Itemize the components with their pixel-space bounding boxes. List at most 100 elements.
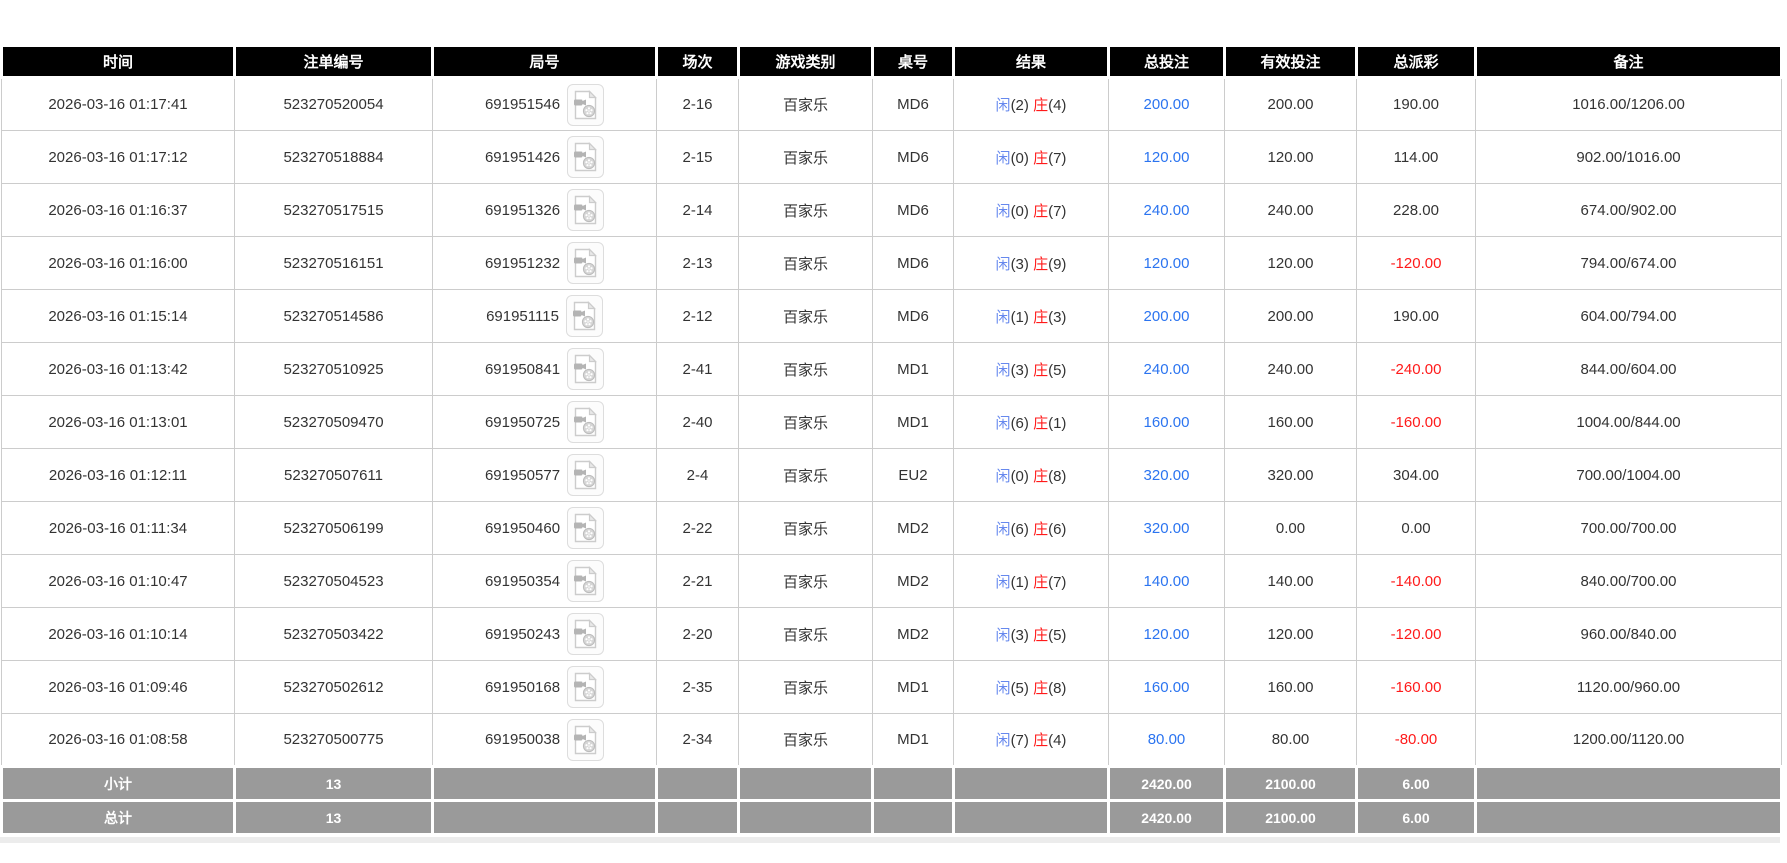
cell-table-no: MD1 (872, 395, 954, 449)
cell-game-type: 百家乐 (738, 501, 873, 555)
cell-time: 2026-03-16 01:10:14 (1, 607, 235, 661)
banker-result-label: 庄 (1033, 467, 1049, 485)
bet-history-table: 时间 注单编号 局号 场次 游戏类别 桌号 结果 总投注 有效投注 总派彩 备注… (0, 44, 1783, 836)
video-thumbnail-button[interactable] (567, 83, 605, 126)
grand-total-label: 总计 (0, 799, 236, 836)
cell-valid-bet: 240.00 (1224, 342, 1357, 396)
cell-total-bet[interactable]: 120.00 (1108, 236, 1225, 290)
cell-valid-bet: 200.00 (1224, 77, 1357, 131)
round-number: 691950168 (484, 678, 561, 696)
cell-game-type: 百家乐 (738, 713, 873, 767)
cell-total-bet[interactable]: 140.00 (1108, 554, 1225, 608)
cell-result: 闲(6) 庄(6) (953, 501, 1109, 555)
cell-remark: 1016.00/1206.00 (1475, 77, 1782, 131)
cell-total-bet[interactable]: 320.00 (1108, 501, 1225, 555)
video-thumbnail-button[interactable] (565, 295, 603, 337)
cell-result: 闲(5) 庄(8) (953, 660, 1109, 714)
player-result-label: 闲 (995, 97, 1011, 114)
cell-time: 2026-03-16 01:10:47 (1, 554, 235, 608)
video-thumbnail-button[interactable] (567, 613, 605, 655)
cell-total-bet[interactable]: 160.00 (1108, 660, 1225, 714)
player-points: (1) (1010, 308, 1029, 326)
cell-session: 2-41 (656, 342, 739, 396)
cell-total-bet[interactable]: 240.00 (1108, 183, 1225, 237)
table-row: 2026-03-16 01:08:58 523270500775 691950038… (1, 713, 1782, 767)
player-result-label: 闲 (995, 202, 1011, 220)
video-thumbnail-button[interactable] (567, 454, 605, 496)
video-thumbnail-button[interactable] (567, 189, 605, 231)
banker-result-label: 庄 (1033, 732, 1049, 749)
cell-total-payout: 0.00 (1356, 501, 1476, 555)
cell-valid-bet: 120.00 (1224, 236, 1357, 290)
player-points: (3) (1010, 255, 1029, 273)
player-result-label: 闲 (995, 255, 1011, 273)
table-row: 2026-03-16 01:10:47 523270504523 691950354… (1, 554, 1782, 608)
cell-remark: 840.00/700.00 (1475, 554, 1782, 608)
cell-total-payout: -80.00 (1356, 713, 1476, 767)
cell-total-payout: 190.00 (1356, 289, 1476, 343)
cell-total-bet[interactable]: 80.00 (1108, 713, 1225, 767)
player-result-label: 闲 (995, 149, 1011, 167)
cell-valid-bet: 240.00 (1224, 183, 1357, 237)
cell-table-no: MD2 (872, 501, 954, 555)
cell-result: 闲(0) 庄(7) (953, 130, 1109, 184)
table-bottom-strip (0, 837, 1780, 843)
cell-game-type: 百家乐 (738, 236, 873, 290)
video-thumbnail-button[interactable] (567, 242, 605, 284)
video-thumbnail-button[interactable] (567, 401, 605, 443)
cell-game-type: 百家乐 (738, 130, 873, 184)
cell-session: 2-40 (656, 395, 739, 449)
video-thumbnail-button[interactable] (567, 560, 605, 602)
banker-result-label: 庄 (1033, 255, 1049, 273)
subtotal-empty-table (871, 765, 955, 802)
video-thumbnail-button[interactable] (567, 348, 605, 390)
cell-total-payout: 304.00 (1356, 448, 1476, 502)
cell-total-bet[interactable]: 200.00 (1108, 77, 1225, 131)
cell-remark: 1004.00/844.00 (1475, 395, 1782, 449)
cell-bet-id: 523270520054 (234, 77, 433, 131)
round-number: 691951232 (484, 254, 561, 272)
column-header-result: 结果 (952, 44, 1110, 79)
player-result-label: 闲 (995, 732, 1011, 749)
banker-result-label: 庄 (1033, 414, 1049, 432)
cell-session: 2-34 (656, 713, 739, 767)
column-header-session: 场次 (655, 44, 740, 79)
video-thumbnail-button[interactable] (567, 718, 605, 761)
cell-result: 闲(3) 庄(9) (953, 236, 1109, 290)
cell-total-bet[interactable]: 120.00 (1108, 130, 1225, 184)
cell-total-payout: 114.00 (1356, 130, 1476, 184)
player-points: (0) (1010, 467, 1029, 485)
cell-valid-bet: 320.00 (1224, 448, 1357, 502)
cell-round-id: 691950725 (432, 395, 657, 449)
video-thumbnail-button[interactable] (567, 666, 605, 708)
cell-game-type: 百家乐 (738, 554, 873, 608)
table-footer: 小计 13 2420.00 2100.00 6.00 总计 13 2420.00… (0, 765, 1783, 836)
video-thumbnail-button[interactable] (567, 507, 605, 549)
cell-game-type: 百家乐 (738, 660, 873, 714)
cell-time: 2026-03-16 01:12:11 (1, 448, 235, 502)
cell-round-id: 691950354 (432, 554, 657, 608)
cell-valid-bet: 160.00 (1224, 660, 1357, 714)
player-result-label: 闲 (995, 308, 1011, 326)
cell-remark: 700.00/1004.00 (1475, 448, 1782, 502)
cell-remark: 794.00/674.00 (1475, 236, 1782, 290)
cell-result: 闲(1) 庄(3) (953, 289, 1109, 343)
cell-valid-bet: 120.00 (1224, 130, 1357, 184)
cell-remark: 960.00/840.00 (1475, 607, 1782, 661)
cell-total-bet[interactable]: 160.00 (1108, 395, 1225, 449)
broken-video-icon (574, 407, 597, 437)
video-thumbnail-button[interactable] (567, 136, 605, 178)
cell-round-id: 691951546 (432, 77, 657, 131)
cell-total-bet[interactable]: 320.00 (1108, 448, 1225, 502)
cell-bet-id: 523270502612 (234, 660, 433, 714)
cell-total-bet[interactable]: 120.00 (1108, 607, 1225, 661)
table-row: 2026-03-16 01:16:00 523270516151 691951232… (1, 236, 1782, 290)
cell-total-bet[interactable]: 240.00 (1108, 342, 1225, 396)
banker-points: (3) (1048, 308, 1067, 326)
round-number: 691951115 (486, 307, 559, 325)
cell-session: 2-35 (656, 660, 739, 714)
cell-total-bet[interactable]: 200.00 (1108, 289, 1225, 343)
column-header-bet-id: 注单编号 (233, 44, 434, 79)
broken-video-icon (574, 460, 597, 490)
cell-total-payout: 228.00 (1356, 183, 1476, 237)
